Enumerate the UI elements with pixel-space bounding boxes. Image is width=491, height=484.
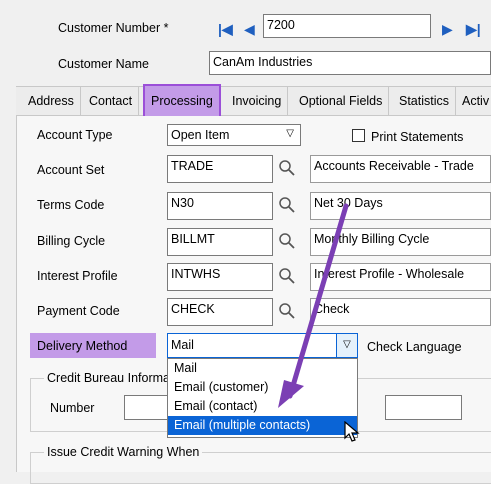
number-label: Number xyxy=(50,401,95,415)
tab-processing[interactable]: Processing xyxy=(143,84,221,118)
chevron-down-icon: ▽ xyxy=(286,128,294,139)
account-type-select[interactable]: Open Item ▽ xyxy=(167,124,301,146)
account-set-finder-icon[interactable] xyxy=(278,159,296,177)
tab-contact[interactable]: Contact xyxy=(83,86,140,116)
print-statements-label: Print Statements xyxy=(371,130,464,144)
tab-activity[interactable]: Activ xyxy=(456,86,491,116)
billing-cycle-input[interactable]: BILLMT xyxy=(167,228,273,256)
last-record-button[interactable]: ▶| xyxy=(466,18,481,40)
delivery-method-label: Delivery Method xyxy=(37,339,128,353)
account-set-label: Account Set xyxy=(37,163,105,177)
account-set-description: Accounts Receivable - Trade xyxy=(310,155,491,183)
customer-number-input[interactable]: 7200 xyxy=(263,14,431,38)
account-set-input[interactable]: TRADE xyxy=(167,155,273,183)
tab-optional-fields[interactable]: Optional Fields xyxy=(293,86,390,116)
first-record-button[interactable]: |◀ xyxy=(218,18,233,40)
next-record-button[interactable]: ▶ xyxy=(442,18,453,40)
mouse-cursor-icon xyxy=(344,421,360,442)
account-type-label: Account Type xyxy=(37,128,113,142)
issue-credit-label: Issue Credit Warning When xyxy=(44,445,203,459)
annotation-arrow xyxy=(278,203,349,408)
payment-code-label: Payment Code xyxy=(37,304,120,318)
print-statements-checkbox[interactable] xyxy=(352,129,365,142)
interest-profile-input[interactable]: INTWHS xyxy=(167,263,273,291)
terms-code-input[interactable]: N30 xyxy=(167,192,273,220)
customer-number-label: Customer Number * xyxy=(58,21,169,35)
tab-statistics[interactable]: Statistics xyxy=(393,86,457,116)
customer-name-input[interactable]: CanAm Industries xyxy=(209,51,491,75)
previous-record-button[interactable]: ◀ xyxy=(244,18,255,40)
dropdown-option-email-multiple-contacts[interactable]: Email (multiple contacts) xyxy=(168,416,357,435)
credit-bureau-other-input[interactable] xyxy=(385,395,462,420)
tab-address[interactable]: Address xyxy=(22,86,81,116)
account-type-value: Open Item xyxy=(171,128,230,142)
interest-profile-label: Interest Profile xyxy=(37,269,118,283)
credit-bureau-label: Credit Bureau Informa xyxy=(44,371,173,385)
check-language-label: Check Language xyxy=(367,340,462,354)
tab-invoicing[interactable]: Invoicing xyxy=(226,86,289,116)
customer-name-label: Customer Name xyxy=(58,57,149,71)
delivery-method-value: Mail xyxy=(171,338,194,352)
terms-code-label: Terms Code xyxy=(37,198,105,212)
billing-cycle-label: Billing Cycle xyxy=(37,234,106,248)
payment-code-input[interactable]: CHECK xyxy=(167,298,273,326)
